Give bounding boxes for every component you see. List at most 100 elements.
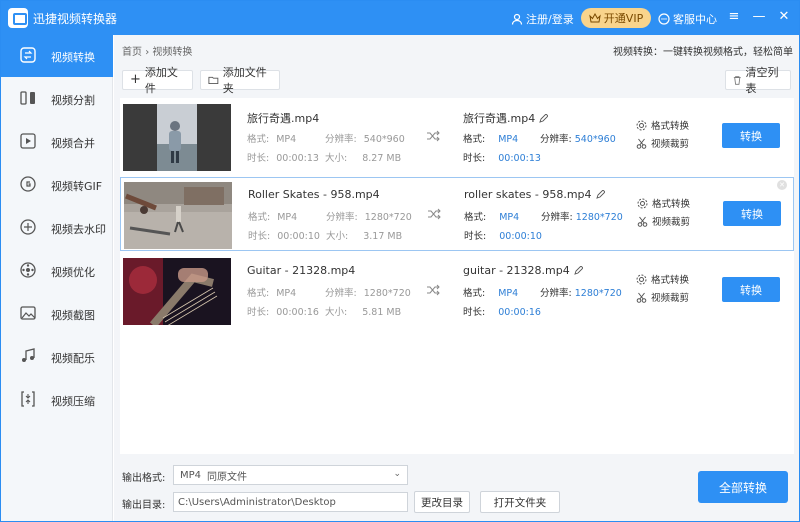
duration-label: 时长: [248, 231, 271, 242]
list-item[interactable]: 旅行奇遇.mp4 格式: MP4 分辨率: 540*960 时长: 00:00:… [120, 100, 794, 174]
add-folder-button[interactable]: 添加文件夹 [200, 66, 280, 95]
duration-value: 00:00:16 [276, 307, 319, 318]
chat-icon [658, 13, 670, 25]
file-name: Roller Skates - 958.mp4 [248, 188, 380, 201]
video-cut-label: 视频裁剪 [651, 139, 690, 150]
output-file-name[interactable]: 旅行奇遇.mp4 [463, 110, 549, 126]
crown-icon [589, 13, 601, 23]
breadcrumb-current: 视频转换 [152, 47, 193, 58]
shuffle-arrow-icon [428, 208, 441, 220]
sidebar-item-optimize[interactable]: 视频优化 [1, 250, 113, 292]
output-file-name[interactable]: roller skates - 958.mp4 [464, 188, 605, 201]
add-file-label: 添加文件 [144, 66, 178, 95]
title-bar: 迅捷视频转换器 注册/登录 开通VIP 客服中心 ≡ — ✕ [1, 1, 799, 35]
video-thumbnail [124, 182, 232, 249]
menu-icon[interactable]: ≡ [727, 9, 741, 25]
sidebar: 视频转换 视频分割 视频合并 视频转GIF 视频去水印 视频优化 视频截图 视频… [1, 35, 113, 521]
output-resolution-info: 分辨率: 1280*720 [540, 285, 622, 299]
edit-pencil-icon[interactable] [574, 266, 583, 275]
sidebar-item-label: 视频合并 [51, 137, 95, 150]
remove-item-close-icon[interactable]: ✕ [777, 180, 787, 190]
convert-all-button[interactable]: 全部转换 [698, 471, 788, 503]
output-format-quality: 同原文件 [207, 471, 248, 483]
sidebar-item-split[interactable]: 视频分割 [1, 78, 113, 120]
format-label: 格式: [463, 134, 486, 145]
list-item[interactable]: Guitar - 21328.mp4 格式: MP4 分辨率: 1280*720… [120, 254, 794, 328]
duration-label: 时长: [247, 307, 270, 318]
resolution-info: 分辨率: 540*960 [325, 131, 405, 145]
duration-label: 时长: [463, 153, 486, 164]
gear-icon [636, 274, 647, 284]
size-value: 8.27 MB [362, 153, 402, 164]
gif-icon [20, 176, 36, 192]
sidebar-item-music[interactable]: 视频配乐 [1, 336, 113, 378]
format-info: 格式: MP4 [247, 285, 296, 299]
output-duration-value: 00:00:13 [498, 153, 541, 164]
sidebar-item-merge[interactable]: 视频合并 [1, 121, 113, 163]
page-tip: 视频转换：一键转换视频格式，轻松简单 [613, 47, 793, 58]
sidebar-item-screenshot[interactable]: 视频截图 [1, 293, 113, 335]
gear-icon [636, 120, 647, 130]
vip-button[interactable]: 开通VIP [581, 8, 651, 28]
clear-list-button[interactable]: 清空列表 [725, 66, 791, 95]
convert-button[interactable]: 转换 [723, 201, 781, 226]
sidebar-item-label: 视频优化 [51, 266, 95, 279]
sidebar-item-label: 视频转换 [51, 51, 95, 64]
output-format-info: 格式: MP4 [463, 285, 518, 299]
sidebar-item-convert[interactable]: 视频转换 [1, 35, 113, 77]
size-label: 大小: [325, 153, 348, 164]
duration-label: 时长: [247, 153, 270, 164]
resolution-value: 1280*720 [364, 212, 412, 223]
sidebar-item-label: 视频配乐 [51, 352, 95, 365]
output-format-value: MP4 [498, 134, 519, 145]
output-file-name[interactable]: guitar - 21328.mp4 [463, 264, 583, 277]
breadcrumb-home[interactable]: 首页 [122, 47, 142, 58]
output-format-info: 格式: MP4 [463, 131, 518, 145]
minimize-icon[interactable]: — [752, 9, 766, 25]
customer-service-link[interactable]: 客服中心 [658, 11, 717, 27]
video-cut-option[interactable]: 视频裁剪 [636, 290, 689, 304]
format-value: MP4 [276, 134, 297, 145]
close-icon[interactable]: ✕ [777, 9, 791, 25]
output-resolution-value: 1280*720 [574, 288, 622, 299]
add-folder-label: 添加文件夹 [222, 66, 267, 95]
output-dir-field[interactable]: C:\Users\Administrator\Desktop [173, 492, 408, 512]
convert-button[interactable]: 转换 [722, 277, 780, 302]
list-item[interactable]: Roller Skates - 958.mp4 格式: MP4 分辨率: 128… [120, 177, 794, 251]
format-convert-option[interactable]: 格式转换 [637, 196, 690, 210]
size-info: 大小: 5.81 MB [325, 304, 401, 318]
output-duration-info: 时长: 00:00:16 [463, 304, 541, 318]
sidebar-item-compress[interactable]: 视频压缩 [1, 379, 113, 421]
edit-pencil-icon[interactable] [595, 190, 605, 199]
output-duration-value: 00:00:10 [499, 231, 542, 242]
format-convert-option[interactable]: 格式转换 [636, 272, 689, 286]
sidebar-item-watermark[interactable]: 视频去水印 [1, 207, 113, 249]
convert-button[interactable]: 转换 [722, 123, 780, 148]
output-resolution-value: 1280*720 [575, 212, 623, 223]
resolution-value: 540*960 [363, 134, 405, 145]
format-convert-option[interactable]: 格式转换 [636, 118, 689, 132]
sidebar-item-gif[interactable]: 视频转GIF [1, 164, 113, 206]
login-link[interactable]: 注册/登录 [511, 11, 574, 27]
optimize-icon [20, 262, 36, 278]
sidebar-item-label: 视频分割 [51, 94, 95, 107]
open-folder-button[interactable]: 打开文件夹 [480, 491, 560, 513]
output-duration-info: 时长: 00:00:10 [464, 228, 542, 242]
output-duration-info: 时长: 00:00:13 [463, 150, 541, 164]
output-format-info: 格式: MP4 [464, 209, 519, 223]
change-dir-button[interactable]: 更改目录 [414, 491, 470, 513]
output-resolution-info: 分辨率: 540*960 [540, 131, 616, 145]
breadcrumb: 首页 › 视频转换 [122, 43, 192, 58]
vip-label: 开通VIP [603, 12, 644, 25]
edit-pencil-icon[interactable] [539, 113, 549, 123]
video-cut-option[interactable]: 视频裁剪 [637, 214, 690, 228]
convert-icon [20, 47, 36, 63]
video-cut-option[interactable]: 视频裁剪 [636, 136, 689, 150]
trash-icon [733, 75, 741, 85]
folder-icon [208, 76, 219, 85]
add-file-button[interactable]: + 添加文件 [122, 66, 193, 95]
output-format-select[interactable]: MP4 同原文件 ⌄ [173, 465, 408, 485]
user-icon [511, 13, 523, 25]
duration-label: 时长: [464, 231, 487, 242]
format-label: 格式: [247, 134, 270, 145]
